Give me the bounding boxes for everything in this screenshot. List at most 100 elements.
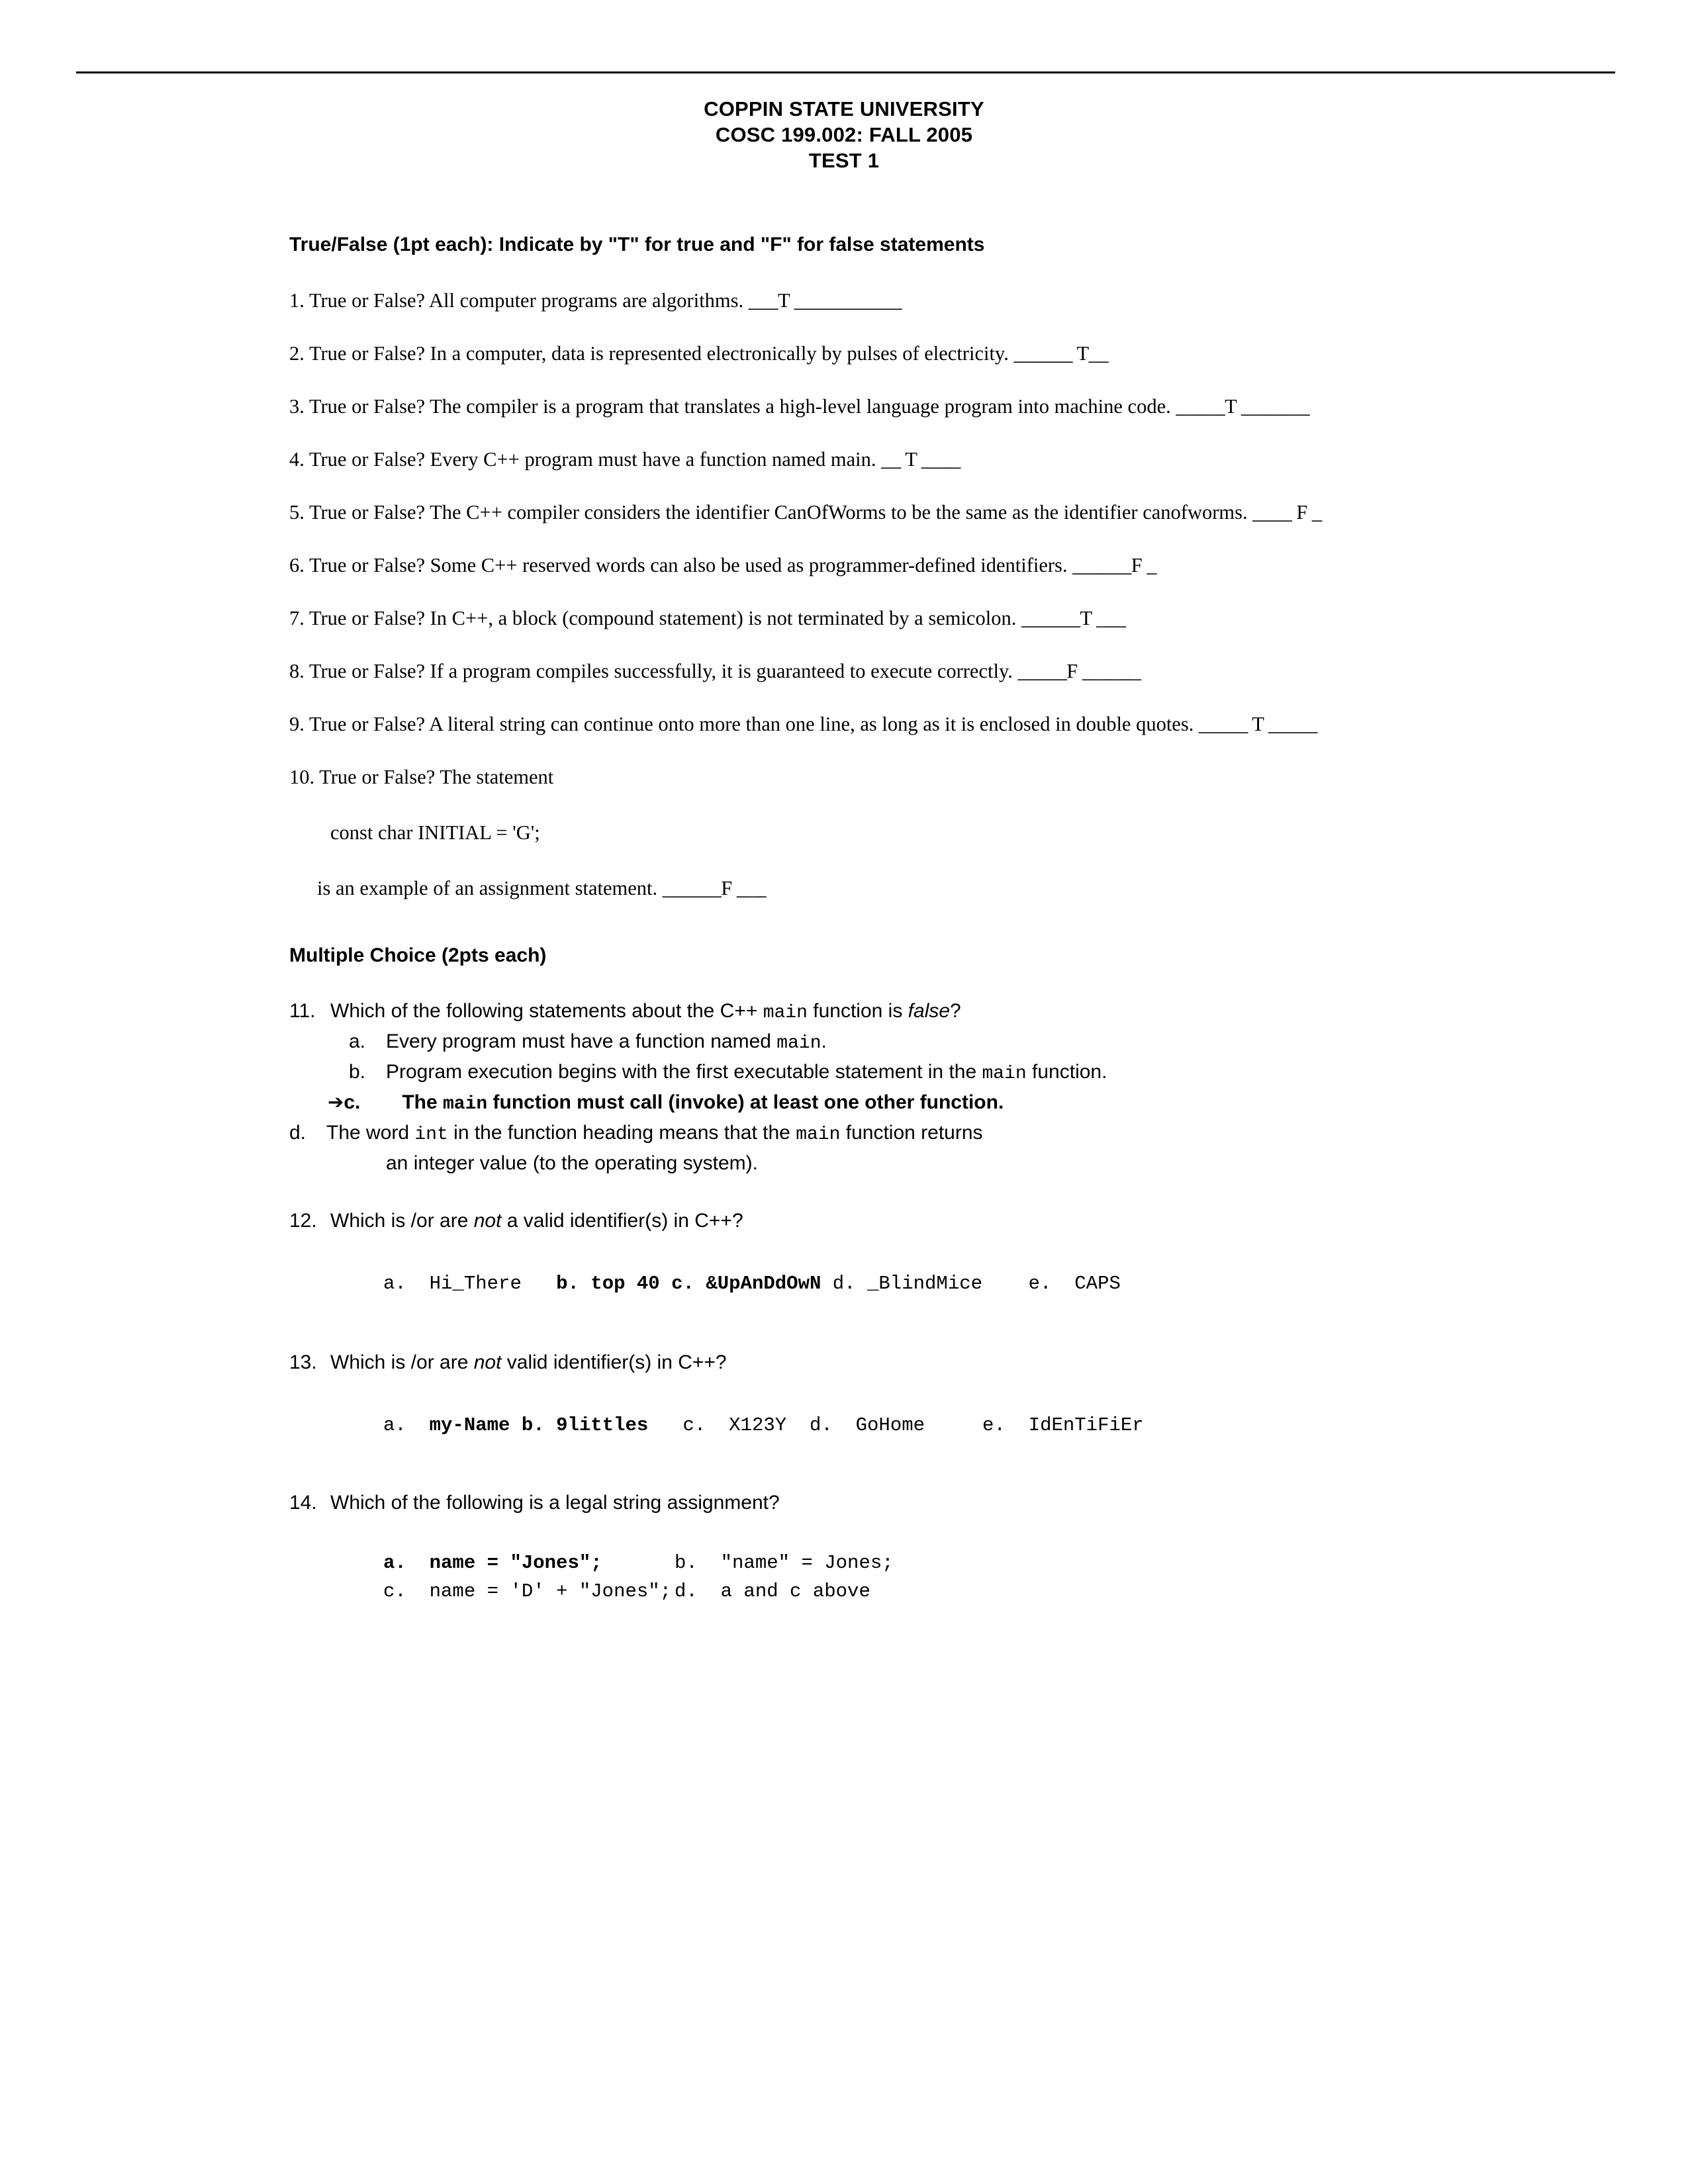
title-line-test: TEST 1 bbox=[808, 149, 880, 172]
tf-text-5: True or False? The C++ compiler consider… bbox=[308, 501, 1248, 523]
tf-number-2: 2. bbox=[289, 342, 305, 365]
mc-option-13-a-label[interactable]: a. bbox=[383, 1414, 406, 1436]
mc-option-12-d-label[interactable]: d. bbox=[833, 1273, 856, 1295]
mc-option-13-b-label[interactable]: b. bbox=[522, 1414, 545, 1436]
tf-answer-6[interactable]: ______F _ bbox=[1072, 554, 1156, 576]
mc-option-14-b-label[interactable]: b. bbox=[675, 1552, 698, 1574]
mc-option-11-c[interactable]: ➔c. The main function must call (invoke) … bbox=[289, 1088, 1461, 1118]
mc-stem-11-italic: false bbox=[908, 1000, 951, 1022]
tf-answer-9[interactable]: _____ T _____ bbox=[1199, 713, 1317, 735]
mc-option-13-c-value[interactable]: X123Y bbox=[729, 1414, 786, 1436]
mc-option-14-c-value[interactable]: name = 'D' + "Jones"; bbox=[430, 1580, 671, 1602]
mc-option-11-c-label: c. bbox=[344, 1091, 361, 1113]
mc-stem-13-b: valid identifier(s) in C++? bbox=[501, 1351, 727, 1373]
mc-options-11: a. Every program must have a function nam… bbox=[289, 1027, 1461, 1177]
tf-item-7: 7. True or False? In C++, a block (compo… bbox=[289, 604, 1461, 633]
mc-option-12-a-value[interactable]: Hi_There bbox=[430, 1273, 522, 1295]
mc-option-11-b[interactable]: b. Program execution begins with the firs… bbox=[289, 1058, 1461, 1088]
tf-text-2: True or False? In a computer, data is re… bbox=[308, 342, 1009, 365]
mc-option-11-a-mono: main bbox=[776, 1033, 821, 1054]
document-content: COPPIN STATE UNIVERSITY COSC 199.002: FA… bbox=[0, 0, 1688, 1606]
mc-option-11-d-line2: an integer value (to the operating syste… bbox=[386, 1152, 758, 1174]
mc-stem-14: Which of the following is a legal string… bbox=[330, 1492, 780, 1514]
tf-answer-3[interactable]: _____T _______ bbox=[1176, 395, 1309, 418]
true-false-section-heading: True/False (1pt each): Indicate by "T" f… bbox=[289, 234, 985, 255]
exam-page: COPPIN STATE UNIVERSITY COSC 199.002: FA… bbox=[0, 0, 1688, 2184]
tf-number-10: 10. bbox=[289, 766, 315, 788]
mc-option-11-d-mono1: int bbox=[414, 1124, 448, 1145]
mc-number-13: 13. bbox=[289, 1351, 317, 1373]
tf-text-10: True or False? The statement bbox=[319, 766, 554, 788]
mc-option-13-b-value[interactable]: 9littles bbox=[556, 1414, 648, 1436]
mc-option-11-d-text2: in the function heading means that the bbox=[447, 1122, 796, 1144]
mc-question-13: 13. Which is /or are not valid identifier… bbox=[289, 1348, 1461, 1377]
mc-option-14-d-label[interactable]: d. bbox=[675, 1580, 698, 1602]
mc-option-12-b-label[interactable]: b. bbox=[556, 1273, 579, 1295]
tf-answer-5[interactable]: ____ F _ bbox=[1252, 501, 1322, 523]
mc-option-11-d-text1: The word bbox=[326, 1122, 415, 1144]
tf-item-3: 3. True or False? The compiler is a prog… bbox=[289, 392, 1461, 421]
tf-number-7: 7. bbox=[289, 607, 305, 629]
mc-question-14: 14. Which of the following is a legal str… bbox=[289, 1488, 1461, 1517]
tf-item-5: 5. True or False? The C++ compiler consi… bbox=[289, 498, 1461, 527]
mc-option-13-d-value[interactable]: GoHome bbox=[856, 1414, 925, 1436]
mc-option-14-b-value[interactable]: "name" = Jones; bbox=[721, 1552, 894, 1574]
mc-option-11-b-mono: main bbox=[982, 1064, 1027, 1084]
tf-answer-10[interactable]: ______F ___ bbox=[663, 877, 767, 899]
mc-option-12-b-value[interactable]: top 40 bbox=[590, 1273, 659, 1295]
tf-number-3: 3. bbox=[289, 395, 305, 418]
mc-option-12-e-label[interactable]: e. bbox=[1029, 1273, 1052, 1295]
title-line-university: COPPIN STATE UNIVERSITY bbox=[704, 97, 984, 120]
mc-option-11-b-text1: Program execution begins with the first … bbox=[386, 1061, 982, 1083]
mc-option-12-e-value[interactable]: CAPS bbox=[1074, 1273, 1121, 1295]
mc-stem-11-b: function is bbox=[807, 1000, 908, 1022]
tf-answer-8[interactable]: _____F ______ bbox=[1017, 660, 1141, 682]
tf-item-2: 2. True or False? In a computer, data is… bbox=[289, 339, 1461, 368]
body-column: True/False (1pt each): Indicate by "T" f… bbox=[289, 233, 1461, 1606]
tf-item-9: 9. True or False? A literal string can c… bbox=[289, 709, 1461, 739]
tf-answer-1[interactable]: ___T ___________ bbox=[749, 289, 902, 312]
mc-option-14-row-1: a. name = "Jones"; b. "name" = Jones; bbox=[383, 1549, 1461, 1577]
mc-option-11-d[interactable]: d. The word int in the function heading m… bbox=[289, 1118, 1461, 1177]
mc-options-12: a. Hi_There b. top 40 c. &UpAnDdOwN d. _… bbox=[289, 1269, 1461, 1298]
tf-answer-2[interactable]: ______ T__ bbox=[1013, 342, 1108, 365]
mc-stem-13-italic: not bbox=[473, 1351, 502, 1373]
tf-answer-4[interactable]: __ T ____ bbox=[881, 448, 961, 471]
page-title: COPPIN STATE UNIVERSITY COSC 199.002: FA… bbox=[0, 96, 1688, 173]
mc-option-14-a-value[interactable]: name = "Jones"; bbox=[430, 1552, 602, 1574]
tf-text-8: True or False? If a program compiles suc… bbox=[308, 660, 1013, 682]
mc-option-14-a-label[interactable]: a. bbox=[383, 1552, 406, 1574]
mc-option-13-c-label[interactable]: c. bbox=[683, 1414, 706, 1436]
mc-stem-11-c: ? bbox=[950, 1000, 961, 1022]
mc-option-12-a-label[interactable]: a. bbox=[383, 1273, 406, 1295]
mc-option-14-row-2: c. name = 'D' + "Jones"; d. a and c above bbox=[383, 1577, 1461, 1606]
mc-number-14: 14. bbox=[289, 1492, 317, 1514]
mc-stem-13-a: Which is /or are bbox=[330, 1351, 474, 1373]
mc-option-11-d-text3: function returns bbox=[840, 1122, 983, 1144]
mc-option-14-d-value[interactable]: a and c above bbox=[721, 1580, 870, 1602]
tf-item-10: 10. True or False? The statement bbox=[289, 762, 1461, 792]
mc-option-11-a-label: a. bbox=[349, 1030, 366, 1052]
mc-option-14-c-label[interactable]: c. bbox=[383, 1580, 406, 1602]
mc-option-13-e-value[interactable]: IdEnTiFiEr bbox=[1029, 1414, 1144, 1436]
mc-option-13-e-label[interactable]: e. bbox=[982, 1414, 1006, 1436]
mc-stem-12-b: a valid identifier(s) in C++? bbox=[501, 1210, 743, 1232]
mc-option-11-d-mono2: main bbox=[796, 1124, 841, 1145]
mc-number-11: 11. bbox=[289, 1000, 316, 1022]
mc-option-11-d-label: d. bbox=[289, 1122, 306, 1144]
mc-stem-12-italic: not bbox=[473, 1210, 502, 1232]
mc-option-12-c-label[interactable]: c. bbox=[671, 1273, 694, 1295]
mc-option-12-d-value[interactable]: _BlindMice bbox=[867, 1273, 982, 1295]
mc-options-13: a. my-Name b. 9littles c. X123Y d. GoHom… bbox=[289, 1411, 1461, 1439]
mc-option-13-a-value[interactable]: my-Name bbox=[430, 1414, 510, 1436]
tf-answer-7[interactable]: ______T ___ bbox=[1021, 607, 1126, 629]
mc-option-12-c-value[interactable]: &UpAnDdOwN bbox=[706, 1273, 821, 1295]
mc-option-13-d-label[interactable]: d. bbox=[810, 1414, 833, 1436]
title-line-course: COSC 199.002: FALL 2005 bbox=[715, 123, 973, 146]
answer-arrow-icon: ➔ bbox=[328, 1091, 344, 1113]
mc-option-11-a[interactable]: a. Every program must have a function nam… bbox=[289, 1027, 1461, 1058]
mc-option-11-a-text1: Every program must have a function named bbox=[386, 1030, 777, 1052]
mc-stem-12-a: Which is /or are bbox=[330, 1210, 474, 1232]
tf-number-9: 9. bbox=[289, 713, 305, 735]
mc-stem-11-mono: main bbox=[763, 1003, 808, 1023]
